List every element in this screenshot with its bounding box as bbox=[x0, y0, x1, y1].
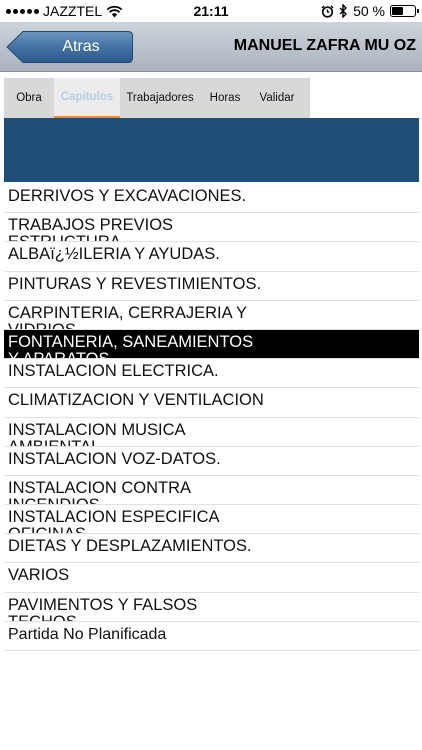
list-item[interactable]: INSTALACION ESPECIFICA OFICINAS bbox=[4, 505, 419, 535]
list-item[interactable]: TRABAJOS PREVIOS ESTRUCTURA bbox=[4, 213, 419, 243]
list-item[interactable]: Partida No Planificada bbox=[4, 621, 419, 651]
list-item[interactable]: ALBAï¿½ILERIA Y AYUDAS. bbox=[4, 242, 419, 272]
list-item[interactable]: DIETAS Y DESPLAZAMIENTOS. bbox=[4, 534, 419, 564]
chapters-list: DERRIVOS Y EXCAVACIONES. TRABAJOS PREVIO… bbox=[4, 184, 419, 651]
bluetooth-icon bbox=[339, 4, 348, 18]
list-item[interactable]: CLIMATIZACION Y VENTILACION bbox=[4, 388, 419, 418]
list-item-label: FONTANERIA, SANEAMIENTOS Y APARATOS bbox=[8, 332, 254, 360]
list-item-label: CARPINTERIA, CERRAJERIA Y VIDRIOS. bbox=[8, 303, 248, 330]
list-item-label: INSTALACION CONTRA INCENDIOS. bbox=[8, 478, 192, 506]
status-bar: JAZZTEL 21:11 50 % bbox=[0, 0, 422, 22]
list-item-label: DERRIVOS Y EXCAVACIONES. bbox=[8, 187, 247, 205]
list-item-label: CLIMATIZACION Y VENTILACION bbox=[8, 391, 264, 410]
list-item[interactable]: INSTALACION CONTRA INCENDIOS. bbox=[4, 475, 419, 506]
tab-validar[interactable]: Validar bbox=[250, 78, 304, 118]
list-item[interactable]: INSTALACION VOZ-DATOS. bbox=[4, 446, 419, 476]
list-item-label: TRABAJOS PREVIOS ESTRUCTURA bbox=[8, 216, 174, 243]
list-item-label: ALBAï¿½ILERIA Y AYUDAS. bbox=[8, 245, 220, 264]
tab-bar-area: Obra Capitulos Trabajadores Horas Valida… bbox=[0, 72, 422, 118]
list-item-selected[interactable]: FONTANERIA, SANEAMIENTOS Y APARATOS bbox=[4, 329, 419, 360]
list-item[interactable]: CARPINTERIA, CERRAJERIA Y VIDRIOS. bbox=[4, 300, 419, 330]
list-item-label: DIETAS Y DESPLAZAMIENTOS. bbox=[8, 537, 252, 556]
tab-horas[interactable]: Horas bbox=[200, 78, 250, 118]
tab-bar: Obra Capitulos Trabajadores Horas Valida… bbox=[4, 78, 310, 118]
list-item-label: INSTALACION VOZ-DATOS. bbox=[8, 449, 221, 468]
battery-icon bbox=[390, 5, 419, 17]
list-item[interactable]: VARIOS bbox=[4, 563, 419, 593]
list-item[interactable]: DERRIVOS Y EXCAVACIONES. bbox=[4, 184, 419, 214]
battery-percent: 50 % bbox=[353, 3, 385, 19]
tab-capitulos[interactable]: Capitulos bbox=[54, 78, 120, 118]
alarm-icon bbox=[321, 4, 334, 18]
list-item-label: PAVIMENTOS Y FALSOS TECHOS bbox=[8, 595, 198, 622]
list-item-label: INSTALACION MUSICA AMBIENTAL bbox=[8, 420, 186, 447]
list-item-label: INSTALACION ELECTRICA. bbox=[8, 362, 219, 381]
back-button[interactable]: Atras bbox=[6, 30, 134, 64]
list-item-label: Partida No Planificada bbox=[8, 625, 167, 643]
list-item-label: VARIOS bbox=[8, 566, 70, 585]
navigation-bar: Atras MANUEL ZAFRA MU OZ bbox=[0, 22, 422, 72]
list-item-label: PINTURAS Y REVESTIMIENTOS. bbox=[8, 274, 262, 293]
list-item[interactable]: INSTALACION ELECTRICA. bbox=[4, 359, 419, 389]
list-item[interactable]: PINTURAS Y REVESTIMIENTOS. bbox=[4, 271, 419, 301]
list-item[interactable]: PAVIMENTOS Y FALSOS TECHOS bbox=[4, 592, 419, 622]
header-banner bbox=[4, 118, 419, 182]
back-button-label: Atras bbox=[62, 38, 100, 55]
tab-trabajadores[interactable]: Trabajadores bbox=[120, 78, 200, 118]
page-title: MANUEL ZAFRA MU OZ bbox=[233, 37, 416, 54]
list-item-label: INSTALACION ESPECIFICA OFICINAS bbox=[8, 508, 220, 535]
list-item[interactable]: INSTALACION MUSICA AMBIENTAL bbox=[4, 417, 419, 447]
tab-obra[interactable]: Obra bbox=[4, 78, 54, 118]
